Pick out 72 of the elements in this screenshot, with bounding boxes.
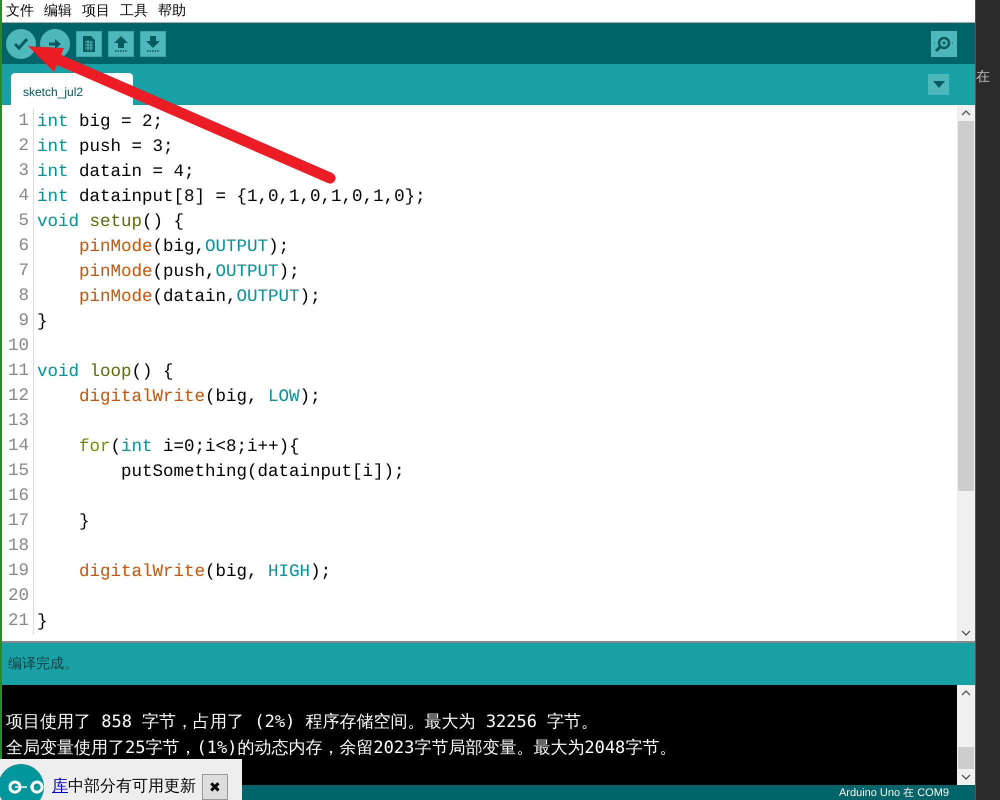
line-number: 4	[2, 184, 34, 209]
code-line: void loop() {	[36, 362, 174, 382]
line-number: 16	[2, 484, 34, 509]
line-number: 21	[2, 609, 34, 634]
down-arrow-icon	[145, 34, 161, 52]
line-number: 12	[2, 384, 34, 409]
new-button[interactable]	[76, 30, 102, 56]
code-line: pinMode(push,OUTPUT);	[78, 262, 300, 282]
scroll-thumb[interactable]	[958, 121, 974, 491]
line-number: 9	[2, 309, 34, 334]
line-number: 19	[2, 559, 34, 584]
scroll-up-icon[interactable]	[961, 690, 971, 696]
code-line: digitalWrite(big, HIGH);	[78, 562, 332, 582]
line-number: 15	[2, 459, 34, 484]
code-line: digitalWrite(big, LOW);	[78, 386, 321, 406]
menu-item[interactable]: 编辑	[44, 2, 72, 20]
code-line: int push = 3;	[36, 136, 174, 156]
console-line: 项目使用了 858 字节，占用了 (2%) 程序存储空间。最大为 32256 字节。	[6, 711, 600, 734]
menu-item[interactable]: 工具	[120, 2, 148, 20]
code-line: }	[78, 512, 90, 532]
line-number: 20	[2, 584, 34, 609]
scroll-up-icon[interactable]	[961, 110, 971, 116]
scroll-thumb[interactable]	[958, 747, 974, 769]
board-port-label: Arduino Uno 在 COM9	[838, 786, 949, 800]
code-line: int datainput[8] = {1,0,1,0,1,0,1,0};	[36, 186, 426, 206]
scrollbar[interactable]	[957, 685, 975, 785]
status-message: 编译完成。	[8, 655, 78, 673]
line-number: 13	[2, 409, 34, 434]
checkmark-icon	[14, 38, 28, 50]
line-number: 10	[2, 334, 34, 359]
code-line: void setup() {	[36, 212, 184, 232]
menu-item[interactable]: 帮助	[158, 2, 186, 20]
line-number: 7	[2, 259, 34, 284]
up-arrow-icon	[113, 34, 129, 52]
code-line: putSomething(datainput[i]);	[120, 462, 405, 482]
line-number: 2	[2, 134, 34, 159]
code-line: int datain = 4;	[36, 162, 195, 182]
close-button[interactable]: ✖	[202, 774, 228, 800]
code-line: for(int i=0;i<8;i++){	[78, 436, 300, 456]
menu-item[interactable]: 文件	[6, 2, 34, 20]
line-number: 8	[2, 284, 34, 309]
notification-text: 库中部分有可用更新	[52, 776, 196, 797]
code-line: pinMode(datain,OUTPUT);	[78, 286, 321, 306]
console-line: 全局变量使用了25字节，(1%)的动态内存，余留2023字节局部变量。最大为2048字节。	[6, 737, 678, 760]
document-icon	[82, 34, 96, 52]
line-number: 11	[2, 359, 34, 384]
infinity-logo-icon	[0, 764, 44, 800]
caret-icon	[932, 81, 944, 88]
line-number: 17	[2, 509, 34, 534]
code-line: }	[36, 612, 48, 632]
scrollbar[interactable]	[957, 105, 975, 641]
magnifier-icon	[933, 34, 955, 52]
line-number: 6	[2, 234, 34, 259]
menu-item[interactable]: 项目	[82, 2, 110, 20]
tab-menu-button[interactable]	[928, 74, 949, 95]
scroll-down-icon[interactable]	[961, 630, 971, 636]
code-line: int big = 2;	[36, 112, 164, 132]
scroll-down-icon[interactable]	[961, 774, 971, 780]
line-number: 3	[2, 159, 34, 184]
open-button[interactable]	[108, 30, 134, 56]
library-link[interactable]: 库	[52, 776, 68, 795]
save-button[interactable]	[140, 30, 166, 56]
code-line: }	[36, 312, 48, 332]
line-number: 1	[2, 109, 34, 134]
code-line: pinMode(big,OUTPUT);	[78, 236, 290, 256]
verify-button[interactable]	[6, 28, 36, 58]
line-number: 18	[2, 534, 34, 559]
right-arrow-icon	[48, 38, 62, 50]
side-window-text: 在	[976, 68, 991, 86]
serial-monitor-button[interactable]	[931, 30, 957, 56]
line-number: 14	[2, 434, 34, 459]
line-number: 5	[2, 209, 34, 234]
